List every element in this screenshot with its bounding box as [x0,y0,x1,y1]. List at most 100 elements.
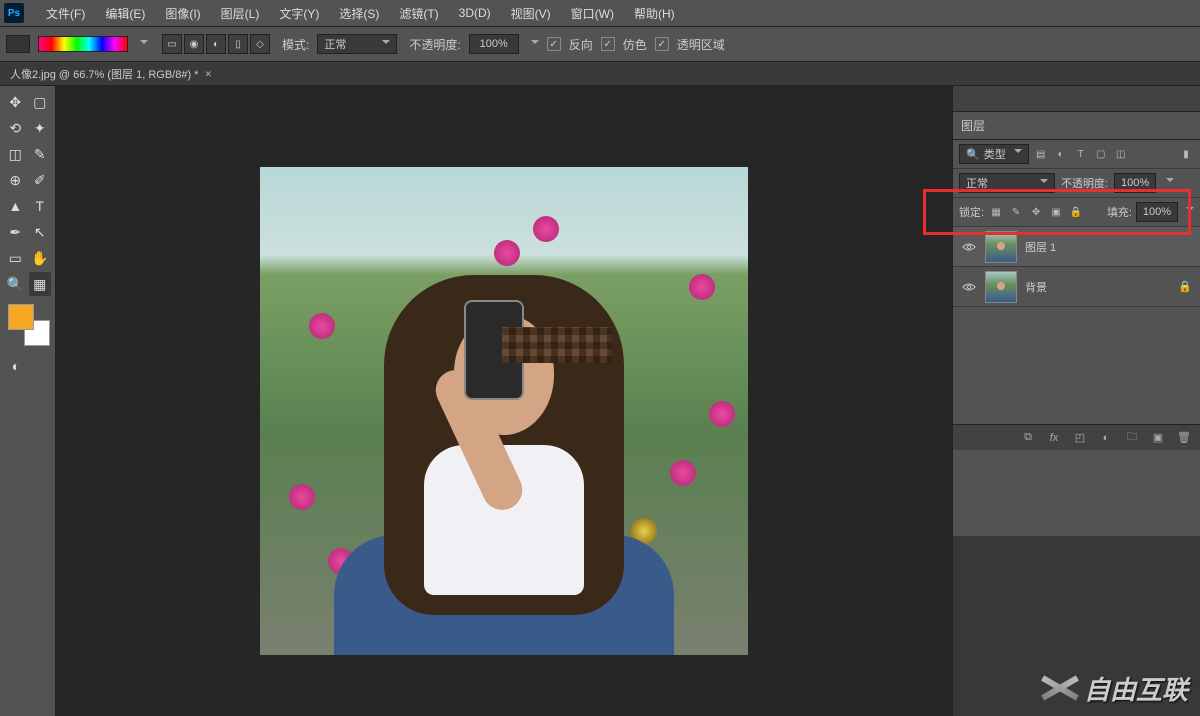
document-tab[interactable]: 人像2.jpg @ 66.7% (图层 1, RGB/8#) * ✕ [0,62,224,86]
menubar: Ps 文件(F) 编辑(E) 图像(I) 图层(L) 文字(Y) 选择(S) 滤… [0,0,1200,26]
layers-panel-tab[interactable]: 图层 [953,112,1200,140]
lock-icon: 🔒 [1178,280,1192,293]
magic-wand-tool-icon[interactable]: ✦ [29,116,52,140]
layer-opacity-input[interactable]: 100% [1114,173,1156,193]
menu-view[interactable]: 视图(V) [501,5,561,22]
group-icon[interactable]: 🗀 [1124,430,1140,446]
gradient-tool-icon[interactable]: ▦ [29,272,52,296]
fill-arrow-icon[interactable] [1182,206,1194,218]
layer-opacity-arrow-icon[interactable] [1162,177,1174,189]
filter-image-icon[interactable]: ▤ [1033,146,1049,162]
document-tabbar: 人像2.jpg @ 66.7% (图层 1, RGB/8#) * ✕ [0,62,1200,86]
reverse-checkbox[interactable] [547,37,561,51]
visibility-toggle-icon[interactable] [961,279,977,295]
fill-label: 填充: [1107,204,1132,220]
mode-label: 模式: [282,36,309,53]
document-tab-title: 人像2.jpg @ 66.7% (图层 1, RGB/8#) * [10,66,198,82]
opacity-arrow-icon[interactable] [527,37,539,51]
collapsed-panel[interactable] [953,86,1200,112]
path-select-tool-icon[interactable]: ↖ [29,220,52,244]
layer-style-icon[interactable]: fx [1046,430,1062,446]
foreground-color-swatch[interactable] [8,304,34,330]
reverse-label: 反向 [569,36,593,53]
hand-tool-icon[interactable]: ✋ [29,246,52,270]
lock-image-icon[interactable]: ✎ [1008,204,1024,220]
layer-thumbnail[interactable] [985,231,1017,263]
filter-adjustment-icon[interactable]: ◐ [1053,146,1069,162]
workspace: ✥▢ ⟲✦ ◫✎ ⊕✐ ▲T ✒↖ ▭✋ 🔍▦ ◐ [0,86,1200,716]
brush-tool-icon[interactable]: ✐ [29,168,52,192]
gradient-diamond-icon[interactable]: ◇ [250,34,270,54]
menu-image[interactable]: 图像(I) [155,5,210,22]
layer-name[interactable]: 背景 [1025,279,1170,295]
watermark-logo-icon [1040,668,1080,708]
layer-name[interactable]: 图层 1 [1025,239,1192,255]
color-swatches [8,304,50,346]
delete-layer-icon[interactable]: 🗑 [1176,430,1192,446]
menu-3d[interactable]: 3D(D) [449,6,501,20]
layer-filter-select[interactable]: 🔍 类型 [959,144,1029,164]
filter-shape-icon[interactable]: ▢ [1093,146,1109,162]
shape-tool-icon[interactable]: ▭ [4,246,27,270]
layers-panel: 🔍 类型 ▤ ◐ T ▢ ◫ ▮ 正常 不透明度: 100% 锁定: [953,140,1200,307]
gradient-radial-icon[interactable]: ◉ [184,34,204,54]
new-layer-icon[interactable]: ▣ [1150,430,1166,446]
lock-position-icon[interactable]: ✥ [1028,204,1044,220]
mode-select[interactable]: 正常 [317,34,397,54]
marquee-tool-icon[interactable]: ▢ [29,90,52,114]
lock-all-icon[interactable]: 🔒 [1068,204,1084,220]
quickmask-icon[interactable]: ◐ [4,354,28,378]
dither-checkbox[interactable] [601,37,615,51]
filter-text-icon[interactable]: T [1073,146,1089,162]
filter-smart-icon[interactable]: ◫ [1113,146,1129,162]
opacity-label: 不透明度: [409,36,460,53]
layers-lock-row: 锁定: ▦ ✎ ✥ ▣ 🔒 填充: 100% [953,198,1200,227]
toolbox: ✥▢ ⟲✦ ◫✎ ⊕✐ ▲T ✒↖ ▭✋ 🔍▦ ◐ [0,86,56,716]
lasso-tool-icon[interactable]: ⟲ [4,116,27,140]
layers-blend-row: 正常 不透明度: 100% [953,169,1200,198]
options-bar: ▭ ◉ ◐ ▯ ◇ 模式: 正常 不透明度: 100% 反向 仿色 透明区域 [0,26,1200,62]
opacity-input[interactable]: 100% [469,34,519,54]
menu-help[interactable]: 帮助(H) [624,5,685,22]
menu-window[interactable]: 窗口(W) [561,5,624,22]
gradient-reflected-icon[interactable]: ▯ [228,34,248,54]
layer-item[interactable]: 背景 🔒 [953,267,1200,307]
pen-tool-icon[interactable]: ✒ [4,220,27,244]
menu-filter[interactable]: 滤镜(T) [389,5,448,22]
menu-select[interactable]: 选择(S) [329,5,389,22]
menu-text[interactable]: 文字(Y) [269,5,329,22]
layer-item[interactable]: 图层 1 [953,227,1200,267]
canvas-image [260,167,748,655]
menu-file[interactable]: 文件(F) [36,5,95,22]
gradient-linear-icon[interactable]: ▭ [162,34,182,54]
filter-toggle-icon[interactable]: ▮ [1178,146,1194,162]
layer-mask-icon[interactable]: ◰ [1072,430,1088,446]
gradient-picker-arrow-icon[interactable] [136,37,148,51]
zoom-tool-icon[interactable]: 🔍 [4,272,27,296]
transparency-label: 透明区域 [677,36,725,53]
layers-filter-row: 🔍 类型 ▤ ◐ T ▢ ◫ ▮ [953,140,1200,169]
visibility-toggle-icon[interactable] [961,239,977,255]
gradient-angle-icon[interactable]: ◐ [206,34,226,54]
transparency-checkbox[interactable] [655,37,669,51]
menu-edit[interactable]: 编辑(E) [95,5,155,22]
canvas-area[interactable] [56,86,952,716]
lock-artboard-icon[interactable]: ▣ [1048,204,1064,220]
type-tool-icon[interactable]: T [29,194,52,218]
crop-tool-icon[interactable]: ◫ [4,142,27,166]
fill-input[interactable]: 100% [1136,202,1178,222]
link-layers-icon[interactable]: ⧉ [1020,430,1036,446]
lock-transparent-icon[interactable]: ▦ [988,204,1004,220]
eyedropper-tool-icon[interactable]: ✎ [29,142,52,166]
healing-tool-icon[interactable]: ⊕ [4,168,27,192]
blend-mode-select[interactable]: 正常 [959,173,1055,193]
gradient-tool-icon[interactable] [6,35,30,53]
close-icon[interactable]: ✕ [204,69,214,79]
move-tool-icon[interactable]: ✥ [4,90,27,114]
gradient-preview[interactable] [38,36,128,52]
adjustment-layer-icon[interactable]: ◐ [1098,430,1114,446]
layer-opacity-label: 不透明度: [1061,175,1108,191]
menu-layer[interactable]: 图层(L) [211,5,270,22]
stamp-tool-icon[interactable]: ▲ [4,194,27,218]
layer-thumbnail[interactable] [985,271,1017,303]
